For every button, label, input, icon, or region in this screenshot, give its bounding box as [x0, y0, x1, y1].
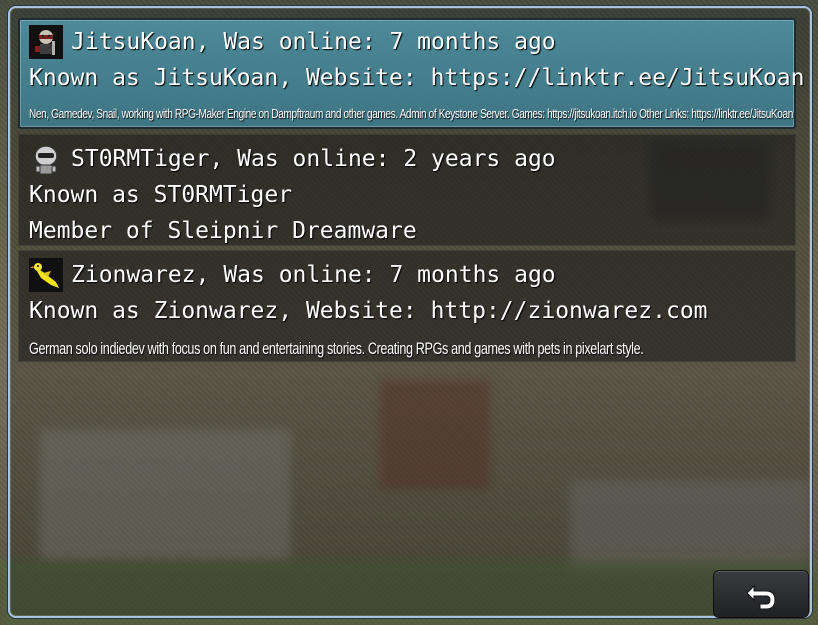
- member-row-jitsukoan[interactable]: JitsuKoan, Was online: 7 months ago Know…: [18, 18, 804, 129]
- ninja-avatar-icon: [29, 25, 63, 59]
- back-button[interactable]: [713, 570, 809, 618]
- member-description: Nen, Gamedev, Snail, working with RPG-Ma…: [29, 106, 793, 121]
- bird-avatar-icon: [29, 258, 63, 292]
- robot-avatar-icon: [29, 142, 63, 176]
- member-name-line: Zionwarez, Was online: 7 months ago: [71, 262, 556, 288]
- member-known-line: Known as ST0RMTiger: [29, 182, 293, 208]
- member-name-line: ST0RMTiger, Was online: 2 years ago: [71, 146, 556, 172]
- back-arrow-icon: [746, 584, 776, 610]
- member-name-line: JitsuKoan, Was online: 7 months ago: [71, 29, 556, 55]
- member-description: German solo indiedev with focus on fun a…: [29, 339, 644, 358]
- member-row-zionwarez[interactable]: Zionwarez, Was online: 7 months ago Know…: [18, 250, 796, 362]
- member-known-line: Known as Zionwarez, Website: http://zion…: [29, 298, 708, 324]
- member-description: Member of Sleipnir Dreamware: [29, 218, 417, 244]
- member-known-line: Known as JitsuKoan, Website: https://lin…: [29, 65, 805, 91]
- member-row-st0rmtiger[interactable]: ST0RMTiger, Was online: 2 years ago Know…: [18, 134, 796, 246]
